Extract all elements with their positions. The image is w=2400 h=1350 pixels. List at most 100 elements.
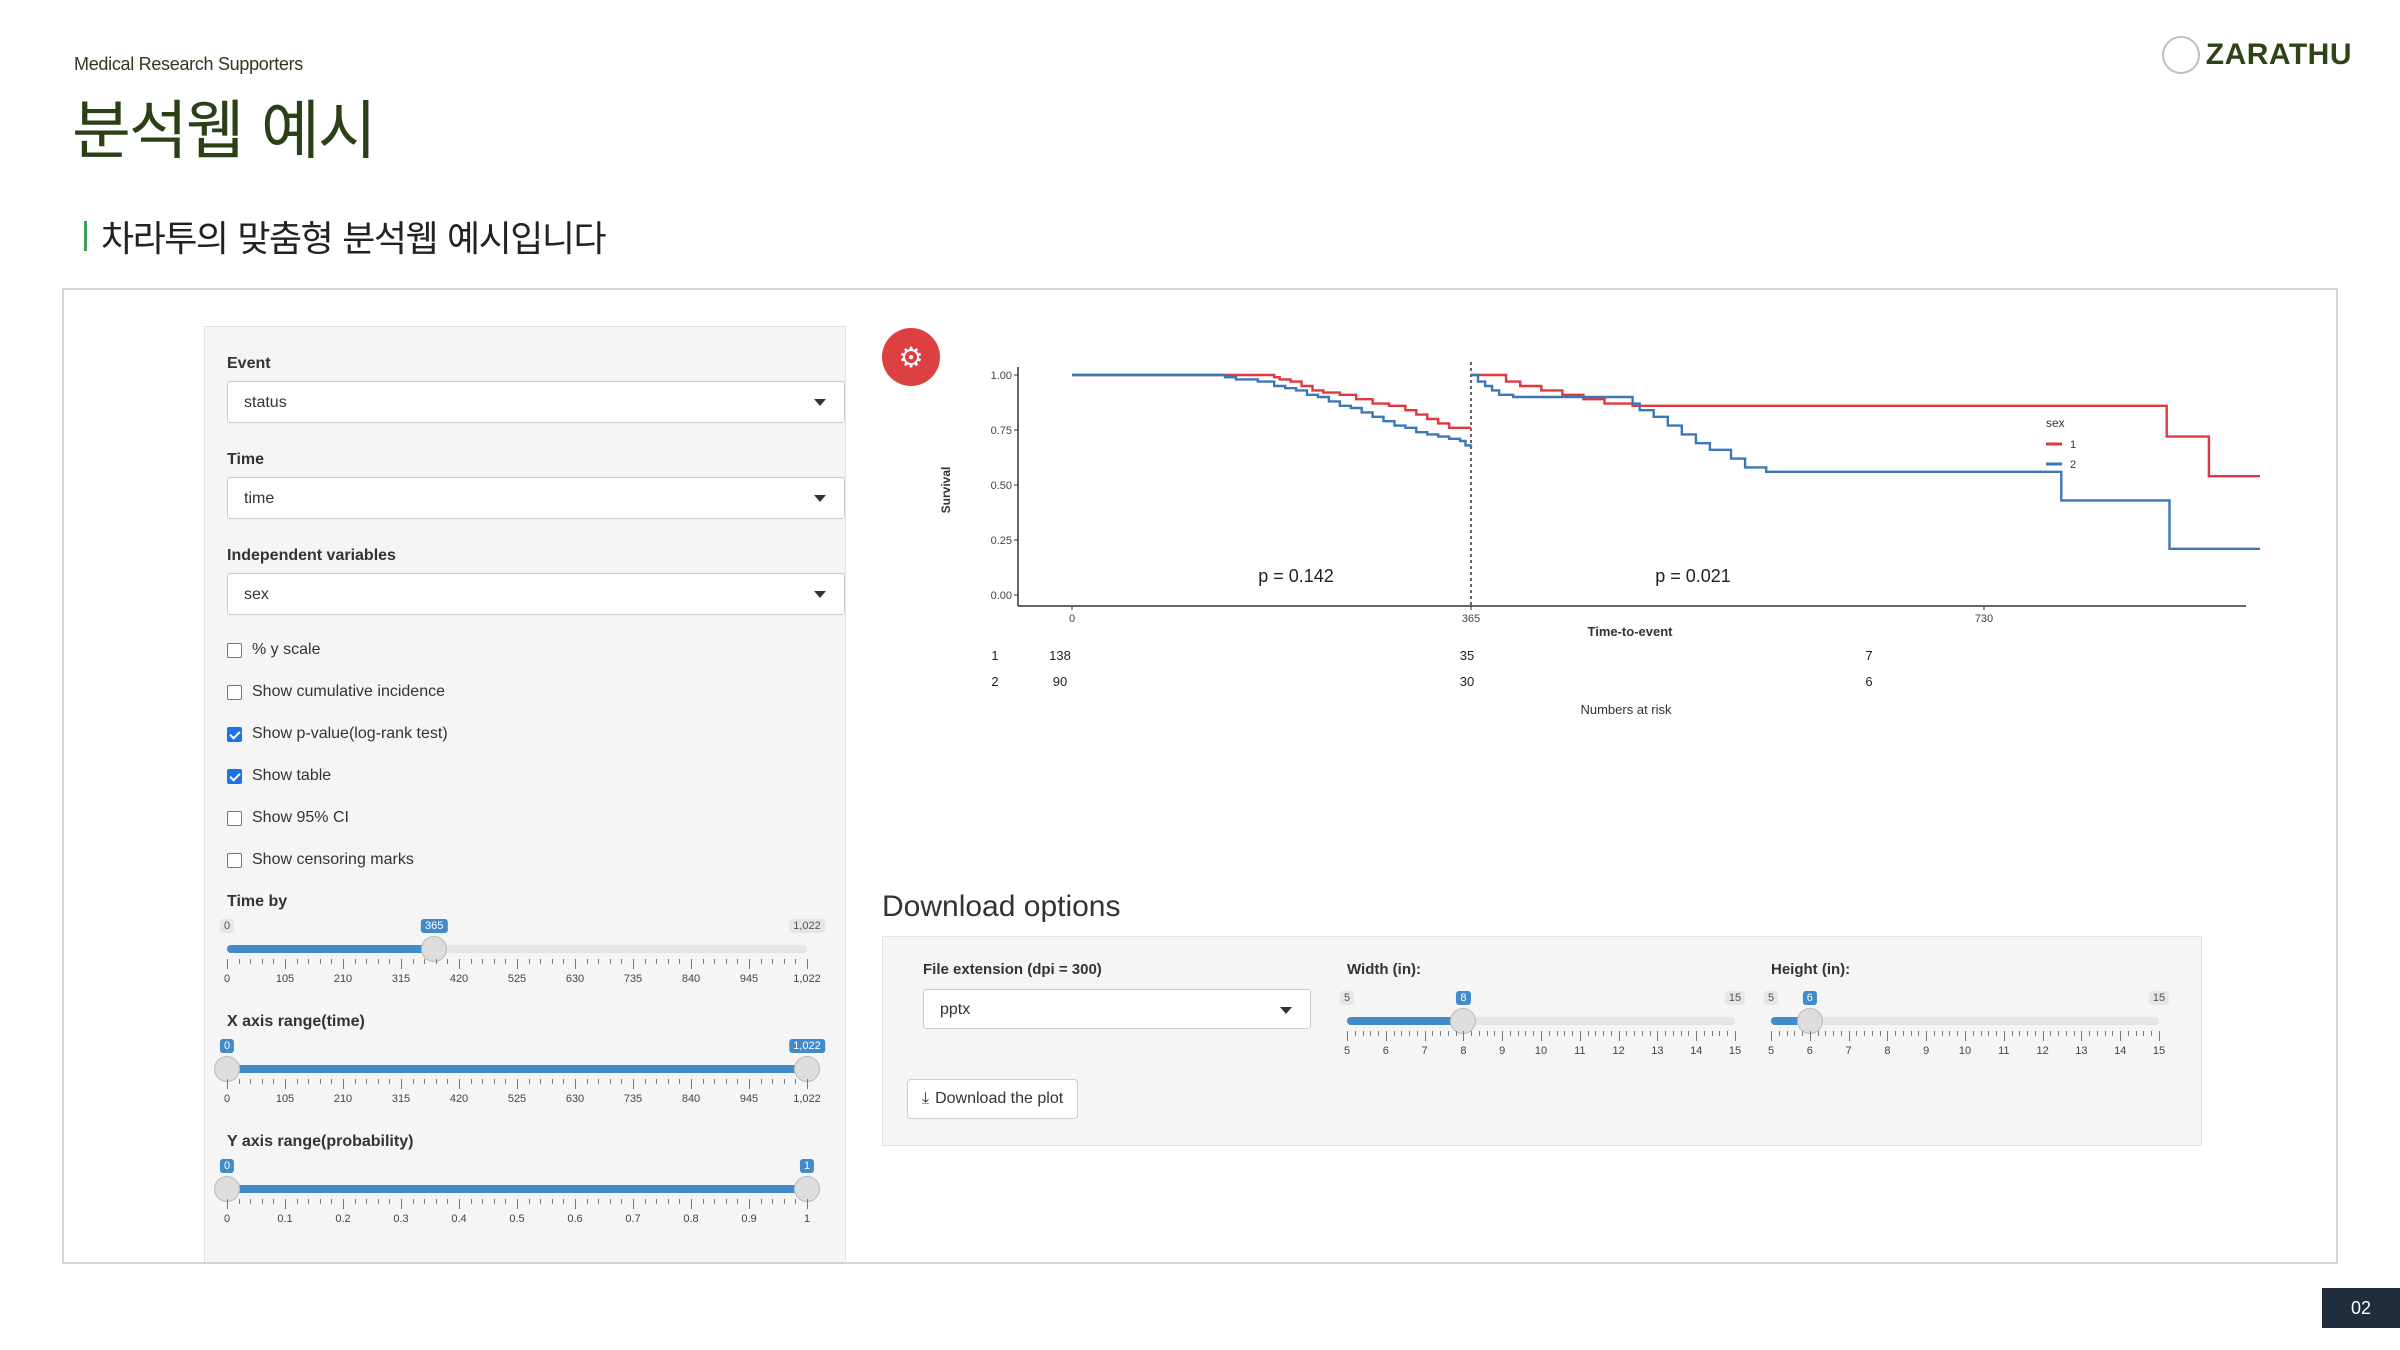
slider-tick	[296, 1079, 298, 1084]
checkbox-show-table[interactable]: Show table	[227, 767, 331, 785]
checkbox-95-ci[interactable]: Show 95% CI	[227, 809, 349, 827]
km-series-2-after-cutoff	[1471, 373, 2260, 550]
slider-tick	[702, 1079, 704, 1084]
slider-tick	[319, 1079, 321, 1084]
slider-tick	[1840, 1031, 1842, 1036]
checkbox-box[interactable]	[227, 642, 242, 658]
checkbox-label: Show p-value(log-rank test)	[252, 725, 448, 742]
slider-ticks: 5 6 7 8 9 10 11 12 13 14 15	[1344, 1031, 1741, 1057]
slider-tick-label: 420	[449, 973, 469, 985]
slider-tick	[273, 1199, 275, 1204]
slider-tick-label: 420	[449, 1093, 469, 1105]
slider-tick	[377, 1079, 379, 1084]
slider-tick	[621, 1079, 623, 1084]
slider-tick	[377, 1199, 379, 1204]
slider-tick	[366, 959, 368, 964]
y-axis-label: Survival	[939, 467, 953, 514]
timeby-slider[interactable]: 0 1,022 365 0 105 210 315 420 525 630 735 840 945…	[219, 919, 825, 999]
checkbox-box[interactable]	[227, 810, 242, 826]
slider-tick-label: 6	[1382, 1045, 1389, 1057]
slider-tick-label: 9	[1499, 1045, 1506, 1057]
indep-vars-select[interactable]: sex	[227, 573, 845, 615]
logo-text: ZARATHU	[2205, 38, 2352, 71]
slider-tick-label: 315	[391, 1093, 411, 1105]
slider-tick	[598, 959, 600, 964]
indep-vars-select-value: sex	[244, 586, 269, 603]
slider-tick	[702, 1199, 704, 1204]
time-select-value: time	[244, 490, 275, 507]
slider-tick	[1696, 1031, 1698, 1041]
slider-tick	[586, 1199, 588, 1204]
slider-tick	[308, 1199, 310, 1204]
slider-tick	[714, 1199, 716, 1204]
slider-tick	[459, 959, 460, 969]
slider-tick	[1941, 1031, 1943, 1036]
checkbox-box[interactable]	[227, 852, 242, 868]
y-tick-label: 0.75	[991, 425, 1012, 437]
slider-tick	[238, 1079, 240, 1084]
legend-label-1: 1	[2070, 439, 2076, 451]
slider-tick	[691, 959, 692, 969]
slider-tick-label: 0.1	[277, 1213, 293, 1225]
slider-tick	[435, 959, 437, 964]
slider-tick-label: 0.2	[335, 1213, 351, 1225]
slider-tick	[389, 1199, 391, 1204]
slider-tick	[296, 959, 298, 964]
slider-tick	[366, 1079, 368, 1084]
slider-tick-label: 210	[333, 973, 353, 985]
slider-tick	[1703, 1031, 1705, 1036]
slider-tick	[459, 1199, 460, 1209]
slider-tick	[772, 1079, 774, 1084]
slider-tick	[1618, 1031, 1620, 1041]
slider-tick	[517, 1199, 518, 1209]
time-select[interactable]: time	[227, 477, 845, 519]
download-plot-button[interactable]: ⤓ Download the plot	[907, 1079, 1079, 1119]
slider-tick-label: 15	[1728, 1045, 1742, 1057]
checkbox-cumulative-incidence[interactable]: Show cumulative incidence	[227, 683, 445, 701]
slider-tick	[540, 959, 542, 964]
checkbox-box[interactable]	[227, 684, 242, 700]
slider-tick	[644, 1199, 646, 1204]
slider-tick	[1856, 1031, 1858, 1036]
slider-tick	[1895, 1031, 1897, 1036]
width-slider[interactable]: 5 15 8 5 6 7 8 9 10 11 12 13 14 15	[1339, 991, 1746, 1071]
slider-tick	[1902, 1031, 1904, 1036]
slider-tick-label: 10	[1534, 1045, 1548, 1057]
slider-tick	[807, 959, 808, 969]
slider-tick	[1649, 1031, 1651, 1036]
slider-tick	[1996, 1031, 1998, 1036]
file-ext-select[interactable]: pptx	[923, 989, 1311, 1029]
xrange-slider[interactable]: 0 1,022 0 105 210 315 420 525 630 735 840 945 1,02…	[214, 1039, 825, 1119]
event-select-value: status	[244, 394, 287, 411]
yrange-slider[interactable]: 0 1 0 0.1 0.2 0.3 0.4 0.5 0.6 0.7 0.8 0.9 1	[214, 1159, 820, 1239]
checkbox-censoring-marks[interactable]: Show censoring marks	[227, 851, 414, 869]
slider-tick	[540, 1079, 542, 1084]
slider-tick	[2112, 1031, 2114, 1036]
download-options-panel: File extension (dpi = 300) pptx Width (i…	[882, 936, 2202, 1146]
slider-min-label: 5	[1763, 991, 1779, 1005]
slider-tick	[1556, 1031, 1558, 1036]
checkbox-box-checked[interactable]	[227, 726, 242, 742]
checkbox-box-checked[interactable]	[227, 768, 242, 784]
slider-tick	[1385, 1031, 1387, 1041]
slider-tick	[1424, 1031, 1426, 1041]
slider-tick	[505, 1199, 507, 1204]
slider-tick	[667, 959, 669, 964]
slider-tick-label: 5	[1343, 1045, 1351, 1057]
event-select[interactable]: status	[227, 381, 845, 423]
slider-tick	[505, 959, 507, 964]
slider-tick	[1595, 1031, 1597, 1036]
checkbox-pvalue[interactable]: Show p-value(log-rank test)	[227, 725, 448, 743]
slider-tick	[2135, 1031, 2137, 1036]
slider-tick	[1719, 1031, 1721, 1036]
slider-tick	[2058, 1031, 2060, 1036]
slider-tick	[656, 1079, 658, 1084]
km-survival-chart: 0.000.250.500.751.000 365 730SurvivalTime-…	[939, 362, 2260, 717]
slider-track[interactable]	[1771, 1017, 2159, 1025]
checkbox-y-scale[interactable]: % y scale	[227, 641, 320, 659]
slider-max-label: 15	[2148, 991, 2170, 1005]
risk-table-cell: 6	[1865, 674, 1872, 689]
slider-tick	[528, 1199, 530, 1204]
page-title: 분석웹 예시	[72, 95, 377, 169]
height-slider[interactable]: 5 15 6 5 6 7 8 9 10 11 12 13 14 15	[1763, 991, 2170, 1071]
